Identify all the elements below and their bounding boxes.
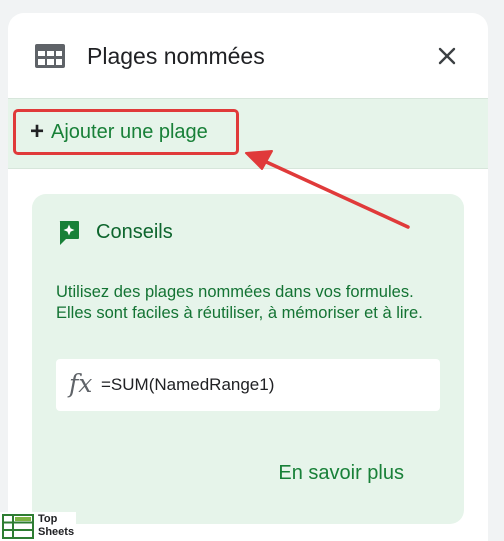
- watermark-text: Top Sheets: [38, 513, 74, 539]
- add-range-bar: + Ajouter une plage: [8, 98, 488, 169]
- panel-header: Plages nommées: [8, 13, 488, 98]
- formula-text: =SUM(NamedRange1): [101, 375, 275, 394]
- panel-title: Plages nommées: [87, 43, 265, 69]
- tips-title: Conseils: [96, 221, 173, 243]
- fx-icon: fx: [69, 369, 93, 398]
- sparkle-tip-icon: [59, 221, 79, 245]
- top-sheets-watermark: Top Sheets: [0, 512, 76, 541]
- close-icon[interactable]: [434, 43, 460, 69]
- watermark-line-2: Sheets: [38, 526, 75, 538]
- tips-card: Conseils Utilisez des plages nommées dan…: [32, 194, 464, 524]
- table-grid-icon: [35, 44, 65, 68]
- add-range-label: Ajouter une plage: [51, 121, 208, 143]
- top-sheets-logo-icon: [2, 514, 34, 539]
- named-ranges-panel: Plages nommées + Ajouter une plage Conse…: [8, 13, 488, 541]
- watermark-line-1: Top: [38, 513, 58, 525]
- learn-more-link[interactable]: En savoir plus: [278, 461, 404, 485]
- add-range-button[interactable]: + Ajouter une plage: [13, 109, 239, 155]
- formula-example: fx =SUM(NamedRange1): [56, 359, 440, 411]
- tips-text: Utilisez des plages nommées dans vos for…: [56, 283, 423, 322]
- plus-icon: +: [30, 118, 45, 145]
